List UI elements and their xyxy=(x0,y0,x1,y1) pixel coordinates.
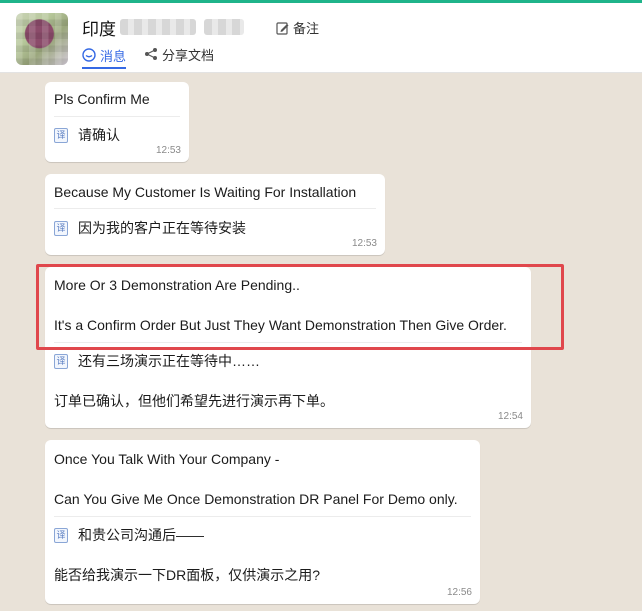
note-button[interactable]: 备注 xyxy=(276,18,319,37)
translate-icon[interactable]: 译 xyxy=(54,127,68,143)
translation-divider xyxy=(54,116,180,117)
message-text: Can You Give Me Once Demonstration DR Pa… xyxy=(54,491,458,507)
translate-icon[interactable]: 译 xyxy=(54,527,68,543)
message-text: More Or 3 Demonstration Are Pending.. xyxy=(54,277,300,293)
tab-messages[interactable]: 消息 xyxy=(82,43,127,69)
message-bubble[interactable]: Pls Confirm Me 译 请确认 12:53 xyxy=(45,82,189,162)
message-text: Once You Talk With Your Company - xyxy=(54,451,280,467)
translation-divider xyxy=(54,516,471,517)
message-time: 12:53 xyxy=(351,238,377,249)
translation-row: 译 因为我的客户正在等待安装 xyxy=(54,219,246,237)
title-row: 印度 xyxy=(82,15,244,39)
translation-text: 订单已确认，但他们希望先进行演示再下单。 xyxy=(54,393,334,409)
translation-row: 译 还有三场演示正在等待中…… xyxy=(54,352,260,370)
note-label: 备注 xyxy=(293,21,320,36)
tab-share-docs[interactable]: 分享文档 xyxy=(144,43,214,65)
message-time: 12:54 xyxy=(497,411,523,422)
translation-text: 请确认 xyxy=(78,127,120,143)
translation-divider xyxy=(54,208,376,209)
edit-note-icon xyxy=(276,21,289,35)
message-text: It's a Confirm Order But Just They Want … xyxy=(54,317,507,333)
translation-row: 译 和贵公司沟通后—— xyxy=(54,526,204,544)
message-text: Pls Confirm Me xyxy=(54,91,150,107)
tab-label: 消息 xyxy=(100,48,127,64)
translation-text: 能否给我演示一下DR面板，仅供演示之用? xyxy=(54,567,321,583)
translate-icon[interactable]: 译 xyxy=(54,220,68,236)
translation-divider xyxy=(54,342,522,343)
tab-label: 分享文档 xyxy=(162,47,215,63)
translation-text: 因为我的客户正在等待安装 xyxy=(78,220,246,236)
contact-name: 印度 xyxy=(82,19,116,39)
chat-icon xyxy=(82,48,96,62)
chat-header: 印度 备注 消息 分享文档 xyxy=(0,3,642,73)
translation-row: 译 请确认 xyxy=(54,126,120,144)
redacted-name-part xyxy=(204,19,244,35)
translation-text: 和贵公司沟通后—— xyxy=(78,527,204,543)
message-time: 12:53 xyxy=(155,145,181,156)
message-bubble[interactable]: Because My Customer Is Waiting For Insta… xyxy=(45,174,385,255)
message-bubble[interactable]: More Or 3 Demonstration Are Pending.. It… xyxy=(45,267,531,428)
translate-icon[interactable]: 译 xyxy=(54,353,68,369)
translation-text: 还有三场演示正在等待中…… xyxy=(78,353,260,369)
avatar[interactable] xyxy=(16,13,68,65)
message-list[interactable]: Pls Confirm Me 译 请确认 12:53 Because My Cu… xyxy=(0,74,642,611)
message-time: 12:56 xyxy=(446,587,472,598)
header-tabs: 消息 分享文档 xyxy=(82,43,232,69)
share-icon xyxy=(145,48,158,60)
message-bubble[interactable]: Once You Talk With Your Company - Can Yo… xyxy=(45,440,480,604)
redacted-name-part xyxy=(120,19,196,35)
message-text: Because My Customer Is Waiting For Insta… xyxy=(54,184,357,200)
